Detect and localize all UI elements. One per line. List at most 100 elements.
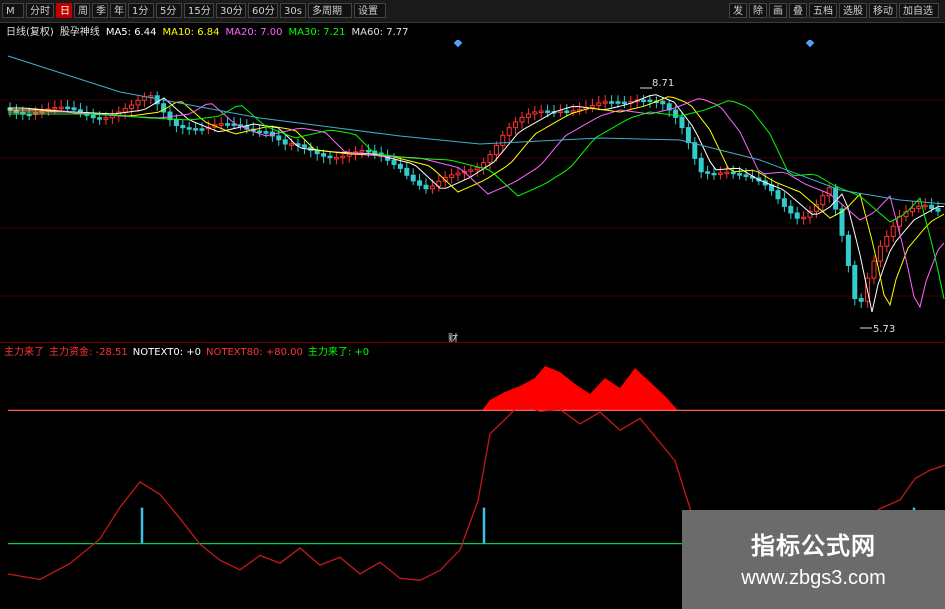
candle-body (141, 96, 147, 101)
candle-body (781, 198, 787, 207)
period-button[interactable]: 分时 (26, 3, 54, 18)
ma60-line (7, 55, 945, 205)
candle-body (602, 101, 608, 104)
period-button[interactable]: 60分 (248, 3, 278, 18)
candle-body (391, 159, 397, 165)
candle-body (135, 99, 141, 106)
period-button[interactable]: 多周期 (308, 3, 352, 18)
candle-body (717, 172, 723, 176)
candle-body (820, 195, 826, 206)
candle-body (481, 162, 487, 169)
ma-legend-item: 日线(复权) (6, 27, 54, 38)
tool-button[interactable]: 画 (769, 3, 787, 18)
candle-body (257, 130, 263, 134)
candle-body (519, 116, 525, 123)
pane-divider (0, 342, 945, 343)
indicator-legend-item: 主力来了: +0 (307, 347, 370, 358)
candle-body (193, 128, 199, 131)
candle-body (129, 104, 135, 110)
price-chart[interactable]: 8.71 5.73 (0, 40, 945, 340)
candle-body (410, 174, 416, 182)
period-button[interactable]: 年 (110, 3, 126, 18)
candle-body (365, 150, 371, 153)
candle-body (58, 106, 64, 110)
candle-body (52, 107, 58, 110)
tool-button[interactable]: 五档 (809, 3, 837, 18)
candle-body (282, 139, 288, 145)
tool-button[interactable]: 叠 (789, 3, 807, 18)
candle-body (673, 109, 679, 118)
candle-body (935, 207, 941, 212)
ma10-line (8, 96, 945, 307)
candle-body (327, 155, 333, 159)
candle-body (513, 121, 519, 129)
ma-legend-item: MA10: 6.84 (162, 27, 220, 38)
period-button[interactable]: 30s (280, 3, 306, 18)
watermark-url: www.zbgs3.com (741, 567, 886, 589)
tool-button[interactable]: 加自选 (899, 3, 939, 18)
candle-body (877, 245, 883, 262)
candle-body (564, 110, 570, 114)
indicator-legend: 主力来了 主力资金: -28.51 NOTEXT0: +0 NOTEXT80: +80… (4, 346, 374, 360)
candle-body (180, 125, 186, 129)
ma20-line (8, 98, 945, 309)
candle-body (289, 143, 295, 146)
candle-body (493, 144, 499, 156)
candle-body (263, 131, 269, 134)
candle-body (429, 185, 435, 190)
tool-button[interactable]: 发 (729, 3, 747, 18)
tool-button[interactable]: 选股 (839, 3, 867, 18)
candle-body (404, 167, 410, 176)
candle-body (65, 106, 71, 110)
watermark-banner: 指标公式网 www.zbgs3.com (682, 510, 945, 609)
candle-body (487, 154, 493, 164)
candle-body (525, 113, 531, 118)
candle-body (698, 157, 704, 173)
candle-body (359, 150, 365, 153)
candle-body (186, 127, 192, 130)
candle-body (621, 101, 627, 105)
tool-button[interactable]: 除 (749, 3, 767, 18)
period-button[interactable]: 日 (56, 3, 72, 18)
candle-body (929, 204, 935, 209)
period-button[interactable]: 30分 (216, 3, 246, 18)
period-button[interactable]: 季 (92, 3, 108, 18)
ma-legend-item: MA5: 6.44 (105, 27, 157, 38)
candle-body (705, 171, 711, 174)
ma-legend-item: MA30: 7.21 (288, 27, 346, 38)
candle-body (647, 99, 653, 103)
candle-body (909, 207, 915, 213)
candle-body (103, 117, 109, 120)
candle-body (852, 264, 858, 300)
ma-legend-item: MA20: 7.00 (225, 27, 283, 38)
candle-body (890, 225, 896, 237)
period-button[interactable]: 15分 (184, 3, 214, 18)
period-button[interactable]: 周 (74, 3, 90, 18)
candle-body (839, 208, 845, 236)
candle-body (858, 298, 864, 302)
candle-body (301, 144, 307, 148)
candle-body (455, 172, 461, 176)
main-force-area (482, 366, 678, 411)
ma-legend-item: MA60: 7.77 (351, 27, 409, 38)
candle-body (538, 110, 544, 113)
tool-button[interactable]: 移动 (869, 3, 897, 18)
candle-body (218, 123, 224, 126)
candle-body (340, 155, 346, 159)
ma-legend: 日线(复权) 股孕神线 MA5: 6.44 MA10: 6.84 MA20: 7.00 M… (6, 26, 415, 40)
signal-diamond-icon (805, 40, 815, 48)
candle-body (321, 153, 327, 157)
candle-body (743, 174, 749, 177)
candle-body (90, 114, 96, 119)
candle-body (225, 123, 231, 126)
candle-body (685, 127, 691, 144)
candle-body (692, 142, 698, 159)
period-button[interactable]: M (2, 3, 24, 18)
period-button[interactable]: 5分 (156, 3, 182, 18)
period-button[interactable]: 1分 (128, 3, 154, 18)
high-price-label: 8.71 (652, 78, 674, 89)
candle-body (199, 128, 205, 131)
period-button[interactable]: 设置 (354, 3, 386, 18)
candle-body (449, 174, 455, 178)
candle-body (801, 216, 807, 220)
